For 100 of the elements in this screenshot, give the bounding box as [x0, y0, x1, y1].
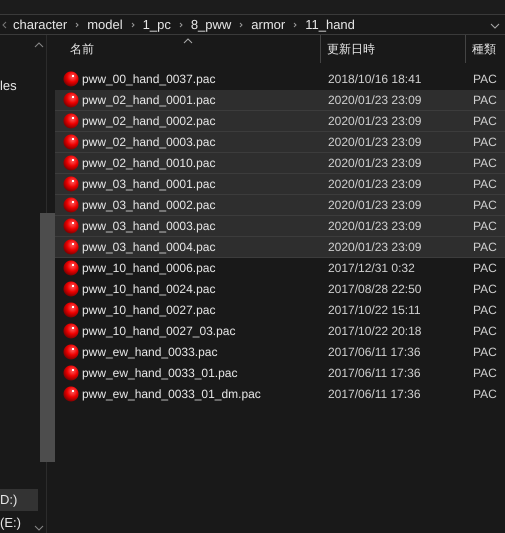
file-type: PAC: [472, 92, 497, 109]
modified-date: 2020/01/23 23:09: [327, 176, 422, 193]
breadcrumb-item[interactable]: model: [87, 14, 123, 34]
ball-icon: [63, 113, 79, 129]
file-row[interactable]: pww_03_hand_0002.pac 2020/01/23 23:09 PAC: [55, 195, 505, 216]
file-name: pww_03_hand_0001.pac: [82, 176, 216, 193]
modified-date: 2020/01/23 23:09: [327, 239, 422, 256]
nav-item[interactable]: D:): [0, 489, 38, 511]
ball-icon: [63, 197, 79, 213]
breadcrumb-item[interactable]: character: [13, 14, 68, 34]
file-type: PAC: [472, 281, 497, 298]
file-row[interactable]: pww_ew_hand_0033_01_dm.pac 2017/06/11 17:36 PAC: [55, 384, 505, 405]
ball-icon: [63, 155, 79, 171]
file-name: pww_02_hand_0010.pac: [82, 155, 216, 172]
file-row[interactable]: pww_ew_hand_0033.pac 2017/06/11 17:36 PAC: [55, 342, 505, 363]
file-name: pww_03_hand_0003.pac: [82, 218, 216, 235]
ball-icon: [63, 323, 79, 339]
chevron-right-icon[interactable]: [178, 22, 183, 28]
modified-date: 2020/01/23 23:09: [327, 134, 422, 151]
nav-item[interactable]: les: [0, 75, 38, 97]
breadcrumb-item[interactable]: 11_hand: [305, 14, 355, 34]
modified-date: 2017/06/11 17:36: [327, 344, 422, 361]
file-type: PAC: [472, 134, 497, 151]
ball-icon: [63, 386, 79, 402]
file-name: pww_10_hand_0027.pac: [82, 302, 216, 319]
modified-date: 2020/01/23 23:09: [327, 155, 422, 172]
ball-icon: [63, 365, 79, 381]
modified-date: 2020/01/23 23:09: [327, 197, 422, 214]
scroll-up-icon[interactable]: [34, 42, 44, 48]
ball-icon: [63, 302, 79, 318]
ball-icon: [63, 218, 79, 234]
chevron-left-icon[interactable]: [1, 20, 7, 28]
file-type: PAC: [472, 71, 497, 88]
file-type: PAC: [472, 260, 497, 277]
modified-date: 2017/10/22 20:18: [327, 323, 422, 340]
file-name: pww_10_hand_0027_03.pac: [82, 323, 236, 340]
file-type: PAC: [472, 239, 497, 256]
file-name: pww_ew_hand_0033_01.pac: [82, 365, 238, 382]
chevron-right-icon[interactable]: [130, 22, 135, 28]
file-row[interactable]: pww_10_hand_0006.pac 2017/12/31 0:32 PAC: [55, 258, 505, 279]
file-row[interactable]: pww_00_hand_0037.pac 2018/10/16 18:41 PAC: [55, 69, 505, 90]
sort-ascending-icon: [182, 38, 192, 44]
ball-icon: [63, 176, 79, 192]
modified-date: 2017/10/22 15:11: [327, 302, 422, 319]
modified-date: 2020/01/23 23:09: [327, 218, 422, 235]
file-row[interactable]: pww_03_hand_0003.pac 2020/01/23 23:09 PAC: [55, 216, 505, 237]
modified-date: 2017/08/28 22:50: [327, 281, 422, 298]
file-name: pww_10_hand_0024.pac: [82, 281, 216, 298]
column-header[interactable]: 種類: [465, 35, 505, 63]
file-row[interactable]: pww_10_hand_0024.pac 2017/08/28 22:50 PAC: [55, 279, 505, 300]
chevron-right-icon[interactable]: [293, 22, 298, 28]
file-row[interactable]: pww_02_hand_0003.pac 2020/01/23 23:09 PAC: [55, 132, 505, 153]
modified-date: 2017/06/11 17:36: [327, 386, 422, 403]
nav-item[interactable]: (E:): [0, 512, 38, 533]
ball-icon: [63, 239, 79, 255]
ball-icon: [63, 71, 79, 87]
file-name: pww_02_hand_0002.pac: [82, 113, 216, 130]
scroll-down-icon[interactable]: [34, 525, 44, 531]
file-type: PAC: [472, 302, 497, 319]
dropdown-chevron-icon[interactable]: [490, 23, 500, 29]
ball-icon: [63, 92, 79, 108]
file-row[interactable]: pww_ew_hand_0033_01.pac 2017/06/11 17:36 PAC: [55, 363, 505, 384]
file-type: PAC: [472, 113, 497, 130]
chevron-right-icon[interactable]: [75, 22, 80, 28]
file-type: PAC: [472, 218, 497, 235]
modified-date: 2020/01/23 23:09: [327, 92, 422, 109]
breadcrumb-item[interactable]: 8_pww: [190, 14, 232, 34]
file-type: PAC: [472, 155, 497, 172]
ball-icon: [63, 134, 79, 150]
file-name: pww_03_hand_0002.pac: [82, 197, 216, 214]
file-row[interactable]: pww_02_hand_0001.pac 2020/01/23 23:09 PAC: [55, 90, 505, 111]
file-type: PAC: [472, 176, 497, 193]
column-header[interactable]: 名前: [55, 35, 320, 63]
file-name: pww_03_hand_0004.pac: [82, 239, 216, 256]
ball-icon: [63, 281, 79, 297]
scrollbar-thumb[interactable]: [40, 213, 55, 462]
file-row[interactable]: pww_02_hand_0010.pac 2020/01/23 23:09 PAC: [55, 153, 505, 174]
breadcrumb-item[interactable]: 1_pc: [142, 14, 171, 34]
column-header[interactable]: 更新日時: [320, 35, 465, 63]
file-row[interactable]: pww_10_hand_0027.pac 2017/10/22 15:11 PAC: [55, 300, 505, 321]
file-type: PAC: [472, 386, 497, 403]
file-type: PAC: [472, 323, 497, 340]
modified-date: 2018/10/16 18:41: [327, 71, 422, 88]
ball-icon: [63, 260, 79, 276]
modified-date: 2017/12/31 0:32: [327, 260, 416, 277]
modified-date: 2020/01/23 23:09: [327, 113, 422, 130]
file-row[interactable]: pww_02_hand_0002.pac 2020/01/23 23:09 PAC: [55, 111, 505, 132]
file-name: pww_02_hand_0001.pac: [82, 92, 216, 109]
file-row[interactable]: pww_10_hand_0027_03.pac 2017/10/22 20:18 PAC: [55, 321, 505, 342]
file-type: PAC: [472, 344, 497, 361]
chevron-right-icon[interactable]: [239, 22, 244, 28]
file-name: pww_10_hand_0006.pac: [82, 260, 216, 277]
file-name: pww_02_hand_0003.pac: [82, 134, 216, 151]
modified-date: 2017/06/11 17:36: [327, 365, 422, 382]
breadcrumb-item[interactable]: armor: [251, 14, 286, 34]
file-row[interactable]: pww_03_hand_0001.pac 2020/01/23 23:09 PAC: [55, 174, 505, 195]
file-name: pww_ew_hand_0033.pac: [82, 344, 218, 361]
file-type: PAC: [472, 365, 497, 382]
file-row[interactable]: pww_03_hand_0004.pac 2020/01/23 23:09 PAC: [55, 237, 505, 258]
file-type: PAC: [472, 197, 497, 214]
